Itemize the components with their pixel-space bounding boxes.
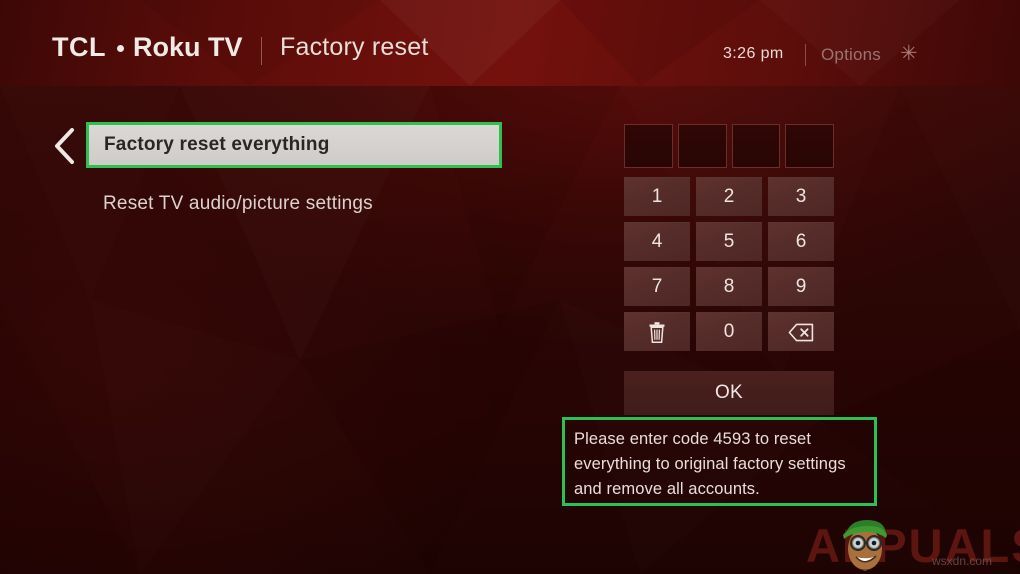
- ok-button[interactable]: OK: [624, 371, 834, 415]
- code-box-1[interactable]: [624, 124, 673, 168]
- tv-settings-screen: TCL Roku TV Factory reset 3:26 pm Option…: [0, 0, 1020, 574]
- code-entry-row: [624, 124, 834, 168]
- key-3[interactable]: 3: [768, 177, 834, 216]
- instruction-text: Please enter code 4593 to reset everythi…: [574, 430, 846, 498]
- key-9[interactable]: 9: [768, 267, 834, 306]
- keypad-grid: 1 2 3 4 5 6 7 8 9 0: [624, 177, 834, 351]
- backspace-icon: [788, 323, 814, 341]
- watermark: APPUALS wsxdn.com: [806, 512, 1020, 574]
- key-7[interactable]: 7: [624, 267, 690, 306]
- code-box-2[interactable]: [677, 124, 727, 168]
- settings-menu-list: Factory reset everything Reset TV audio/…: [88, 124, 502, 225]
- menu-item-factory-reset-everything[interactable]: Factory reset everything: [88, 124, 502, 166]
- brand-roku-label: Roku TV: [132, 32, 243, 62]
- watermark-subtext: wsxdn.com: [932, 554, 993, 568]
- key-1[interactable]: 1: [624, 177, 690, 216]
- key-5[interactable]: 5: [696, 222, 762, 261]
- menu-item-label: Reset TV audio/picture settings: [103, 193, 373, 214]
- watermark-mascot-icon: [843, 520, 887, 571]
- options-button[interactable]: Options: [821, 45, 881, 65]
- menu-item-label: Factory reset everything: [104, 134, 330, 155]
- key-2[interactable]: 2: [696, 177, 762, 216]
- code-box-3[interactable]: [731, 124, 781, 168]
- brand-tcl-label: TCL: [52, 32, 106, 62]
- trash-icon: [649, 321, 665, 343]
- clock-label: 3:26 pm: [723, 45, 784, 62]
- back-button[interactable]: [52, 127, 78, 165]
- menu-item-reset-av-settings[interactable]: Reset TV audio/picture settings: [88, 183, 502, 225]
- key-0[interactable]: 0: [696, 312, 762, 351]
- brand-logo: TCL Roku TV: [52, 34, 243, 61]
- chevron-left-icon: [55, 128, 74, 164]
- code-box-4[interactable]: [785, 124, 834, 168]
- brand-dot-icon: [116, 45, 124, 52]
- code-keypad: 1 2 3 4 5 6 7 8 9 0: [624, 124, 834, 351]
- menu-divider: [103, 166, 485, 167]
- page-title: Factory reset: [280, 33, 429, 61]
- app-header: TCL Roku TV Factory reset 3:26 pm Option…: [0, 0, 1020, 86]
- watermark-text: APPUALS: [806, 519, 1020, 572]
- key-8[interactable]: 8: [696, 267, 762, 306]
- asterisk-icon: ✳: [900, 42, 918, 65]
- key-4[interactable]: 4: [624, 222, 690, 261]
- key-backspace[interactable]: [768, 312, 834, 351]
- header-separator-2: [805, 44, 806, 66]
- header-separator: [261, 37, 262, 65]
- key-6[interactable]: 6: [768, 222, 834, 261]
- key-clear[interactable]: [624, 312, 690, 351]
